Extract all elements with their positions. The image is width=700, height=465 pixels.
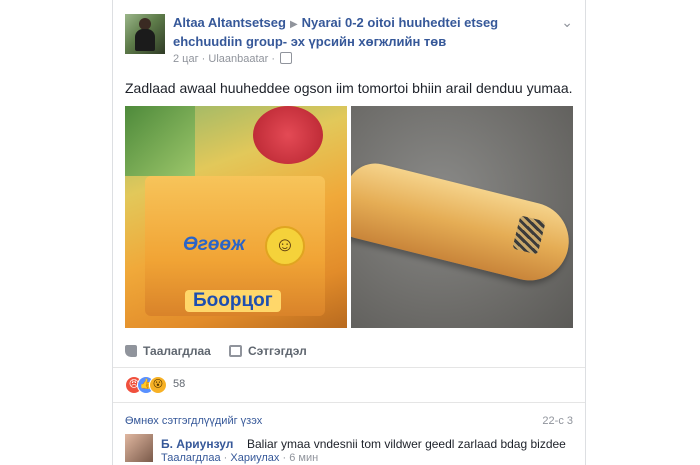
meta-separator: · — [271, 53, 276, 65]
smiley-logo-icon: ☺ — [265, 226, 305, 266]
wow-reaction-icon: 😮 — [149, 376, 167, 394]
meta-separator: · — [201, 53, 206, 65]
view-previous-comments-link[interactable]: Өмнөх сэтгэгдлүүдийг үзэх — [125, 415, 262, 427]
author-name[interactable]: Altaa Altantsetseg — [173, 15, 286, 30]
like-label: Таалагдлаа — [143, 344, 211, 358]
post-header: Altaa Altantsetseg ▶ Nyarai 0-2 oitoi huuh… — [173, 14, 563, 50]
like-button[interactable]: Таалагдлаа — [125, 344, 211, 358]
comment-icon — [229, 345, 242, 357]
package-brand-bottom: Боорцог — [185, 290, 281, 312]
comment-time[interactable]: 6 мин — [289, 452, 318, 464]
avatar-body — [135, 29, 155, 51]
author-avatar[interactable] — [125, 14, 165, 54]
photo-pastry[interactable] — [351, 106, 573, 328]
photo-bg-green — [125, 106, 195, 176]
post-location[interactable]: Ulaanbaatar — [208, 53, 268, 65]
chevron-down-icon[interactable]: ⌄ — [561, 14, 573, 31]
commenter-name[interactable]: Б. Ариунзул — [161, 437, 233, 451]
divider — [113, 402, 585, 403]
post-actions: Таалагдлаа Сэтгэгдэл — [125, 344, 573, 364]
photo-bg-red-bowl — [253, 106, 323, 164]
post-card: Altaa Altantsetseg ▶ Nyarai 0-2 oitoi huuh… — [112, 0, 586, 465]
comment-text: Baliar ymaa vndesnii tom vildwer geedl z… — [247, 437, 566, 451]
meta-separator: · — [282, 452, 287, 464]
thumbs-up-icon — [125, 345, 137, 357]
comment-button[interactable]: Сэтгэгдэл — [229, 344, 307, 358]
commenter-avatar[interactable] — [125, 434, 153, 462]
reaction-count: 58 — [173, 378, 186, 390]
comment-count: 22-с 3 — [542, 415, 573, 427]
arrow-icon: ▶ — [289, 19, 298, 30]
comment-meta: Таалагдлаа · Хариулах · 6 мин — [161, 452, 318, 464]
privacy-icon — [280, 52, 293, 64]
post-meta: 2 цаг · Ulaanbaatar · — [173, 52, 293, 65]
divider — [113, 367, 585, 368]
meta-separator: · — [223, 452, 228, 464]
package-brand-top: Өгөөж — [183, 234, 246, 255]
photo-grid: Өгөөж ☺ Боорцог — [125, 106, 573, 328]
comment-label: Сэтгэгдэл — [248, 344, 307, 358]
photo-package[interactable]: Өгөөж ☺ Боорцог — [125, 106, 347, 328]
comment-reply-link[interactable]: Хариулах — [230, 452, 279, 464]
comment-like-link[interactable]: Таалагдлаа — [161, 452, 221, 464]
post-text: Zadlaad awaal huuheddee ogson iim tomort… — [125, 80, 573, 96]
post-time[interactable]: 2 цаг — [173, 53, 199, 65]
